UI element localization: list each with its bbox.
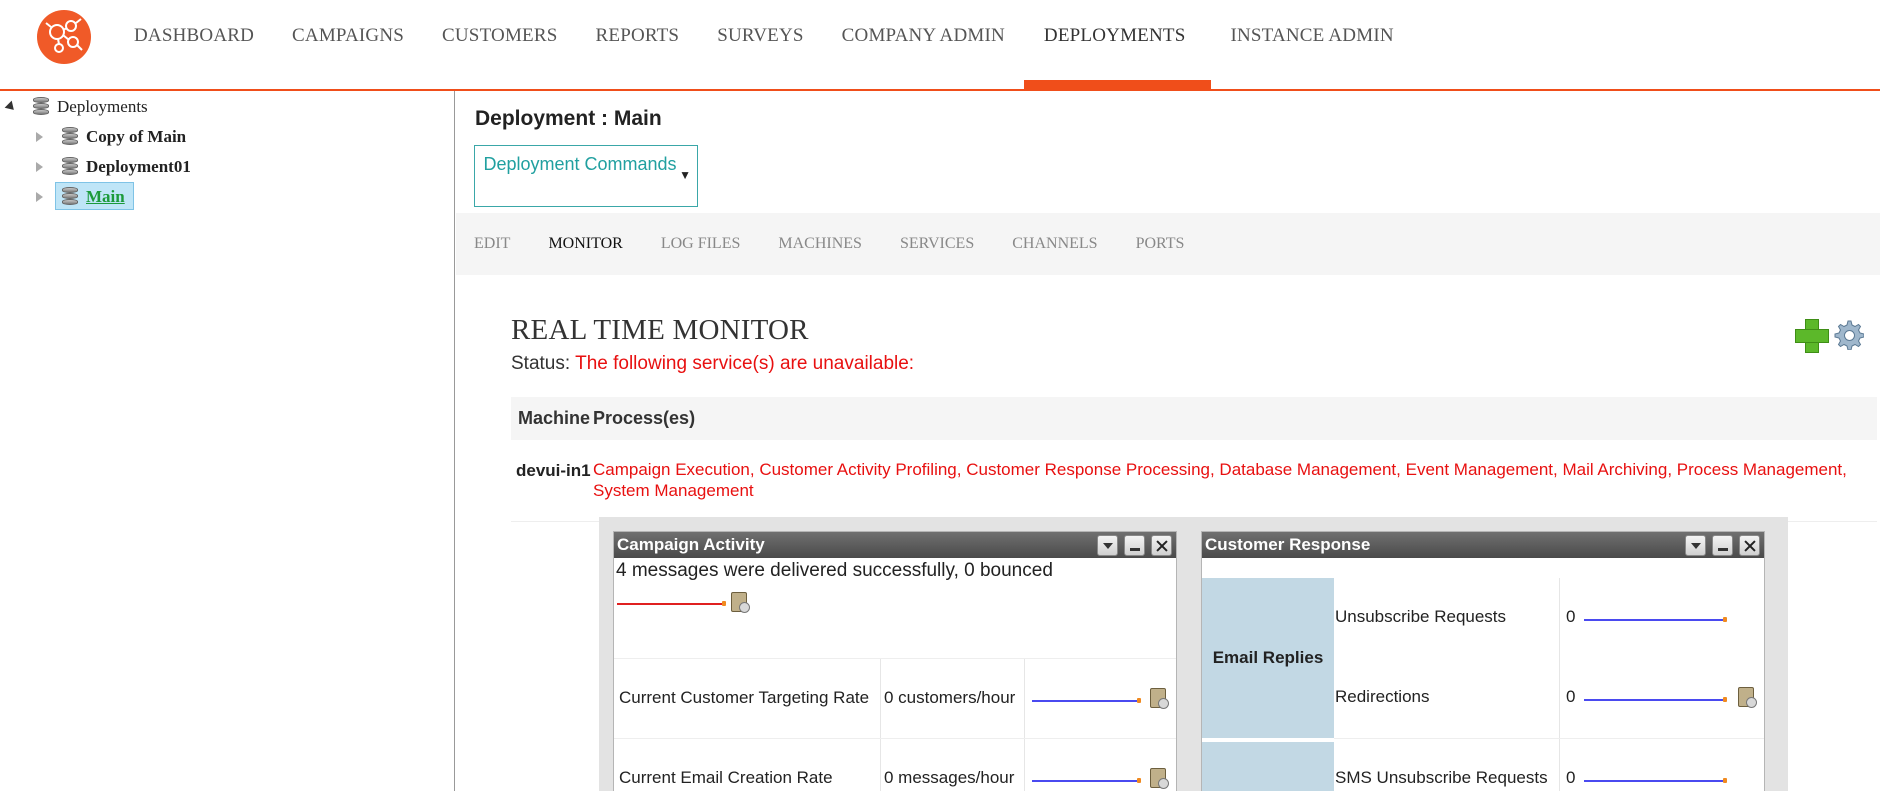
close-icon[interactable] — [1151, 535, 1172, 556]
expand-arrow-icon[interactable] — [36, 192, 43, 202]
customer-response-widget: Customer Response Email Replies Unsubscr… — [1201, 531, 1765, 791]
nav-deployments[interactable]: DEPLOYMENTS — [1023, 0, 1212, 91]
tree-node-label[interactable]: Deployment01 — [86, 157, 191, 177]
tree-root-label[interactable]: Deployments — [57, 97, 148, 117]
nav-dashboard[interactable]: DASHBOARD — [115, 0, 273, 89]
metric-sparkline — [1584, 778, 1727, 783]
tree-node-copy-of-main[interactable]: Copy of Main — [36, 125, 186, 149]
nav-company-admin[interactable]: COMPANY ADMIN — [823, 0, 1024, 89]
database-icon — [32, 97, 50, 117]
tree-node-main[interactable]: Main — [36, 185, 125, 209]
collapse-arrow-icon[interactable] — [4, 100, 18, 114]
metric-label: Redirections — [1335, 687, 1430, 706]
close-icon[interactable] — [1739, 535, 1760, 556]
metric-value: 0 — [1566, 607, 1576, 626]
column-header-processes: Process(es) — [593, 408, 696, 428]
nav-instance-admin[interactable]: INSTANCE ADMIN — [1211, 0, 1412, 89]
campaign-activity-widget: Campaign Activity 4 messages were delive… — [613, 531, 1177, 791]
page-title: Deployment : Main — [475, 107, 662, 130]
metric-label: Current Customer Targeting Rate — [619, 688, 870, 707]
tab-channels[interactable]: CHANNELS — [1012, 235, 1097, 253]
metric-value: 0 — [1566, 687, 1576, 706]
deployment-commands-label: Deployment Commands — [483, 154, 677, 174]
table-row: Redirections 0 — [1334, 658, 1764, 738]
widget-header[interactable]: Customer Response — [1202, 532, 1764, 558]
monitor-title: REAL TIME MONITOR — [511, 314, 809, 346]
table-row: SMS Unsubscribe Requests 0 — [1334, 738, 1764, 791]
deployment-tree: Deployments Copy of Main Deployment01 Ma… — [0, 91, 455, 791]
widget-menu-icon[interactable] — [1097, 535, 1118, 556]
tree-node-root[interactable]: Deployments — [4, 95, 148, 119]
unavailable-process-table: Machine Process(es) devui-in1 Campaign E… — [511, 397, 1877, 522]
metric-label: SMS Unsubscribe Requests — [1335, 768, 1548, 787]
metric-value: 0 messages/hour — [884, 768, 1015, 787]
table-row: devui-in1 Campaign Execution, Customer A… — [511, 440, 1877, 522]
report-icon[interactable] — [731, 592, 750, 613]
table-row: Current Email Creation Rate 0 messages/h… — [614, 738, 1176, 791]
widget-title: Campaign Activity — [617, 535, 765, 554]
delivery-sparkline — [617, 601, 726, 606]
nav-surveys[interactable]: SURVEYS — [698, 0, 822, 89]
status-label: Status: — [511, 353, 571, 374]
dropdown-arrow-icon: ▼ — [679, 168, 691, 182]
table-row: Unsubscribe Requests 0 — [1334, 578, 1764, 658]
metric-label: Current Email Creation Rate — [619, 768, 833, 787]
deployment-tabs: EDIT MONITOR LOG FILES MACHINES SERVICES… — [456, 213, 1880, 275]
main-nav: DASHBOARD CAMPAIGNS CUSTOMERS REPORTS SU… — [115, 0, 1413, 91]
nav-campaigns[interactable]: CAMPAIGNS — [273, 0, 423, 89]
database-icon — [61, 157, 79, 177]
minimize-icon[interactable] — [1712, 535, 1733, 556]
metric-sparkline — [1584, 617, 1727, 622]
report-icon[interactable] — [1738, 687, 1757, 708]
deployment-commands-button[interactable]: Deployment Commands ▼ — [474, 145, 698, 207]
tab-monitor[interactable]: MONITOR — [548, 235, 622, 253]
widget-menu-icon[interactable] — [1685, 535, 1706, 556]
report-icon[interactable] — [1150, 768, 1169, 789]
delivery-summary: 4 messages were delivered successfully, … — [616, 560, 1053, 581]
tab-machines[interactable]: MACHINES — [778, 235, 862, 253]
expand-arrow-icon[interactable] — [36, 162, 43, 172]
minimize-icon[interactable] — [1124, 535, 1145, 556]
tree-node-label[interactable]: Copy of Main — [86, 127, 186, 147]
processes-cell: Campaign Execution, Customer Activity Pr… — [593, 460, 1847, 500]
metric-value: 0 — [1566, 768, 1576, 787]
status-text: The following service(s) are unavailable… — [575, 353, 915, 374]
gear-icon[interactable] — [1832, 318, 1865, 351]
tab-edit[interactable]: EDIT — [474, 235, 510, 253]
metric-sparkline — [1032, 778, 1141, 783]
metric-sparkline — [1584, 697, 1727, 702]
metric-label: Unsubscribe Requests — [1335, 607, 1507, 626]
nav-reports[interactable]: REPORTS — [577, 0, 699, 89]
app-logo-icon[interactable] — [37, 10, 91, 64]
expand-arrow-icon[interactable] — [36, 132, 43, 142]
tree-node-deployment01[interactable]: Deployment01 — [36, 155, 191, 179]
table-header: Machine Process(es) — [511, 397, 1877, 440]
widget-title: Customer Response — [1205, 535, 1371, 554]
monitor-status: Status: The following service(s) are una… — [511, 353, 914, 375]
database-icon — [61, 187, 79, 207]
tree-node-label[interactable]: Main — [86, 187, 125, 207]
machine-cell: devui-in1 — [516, 461, 591, 480]
column-header-machine: Machine — [518, 408, 591, 428]
top-navigation-bar: DASHBOARD CAMPAIGNS CUSTOMERS REPORTS SU… — [0, 0, 1880, 91]
report-icon[interactable] — [1150, 688, 1169, 709]
database-icon — [61, 127, 79, 147]
tab-log-files[interactable]: LOG FILES — [661, 235, 741, 253]
tab-services[interactable]: SERVICES — [900, 235, 974, 253]
sms-replies-group — [1202, 742, 1334, 791]
widget-header[interactable]: Campaign Activity — [614, 532, 1176, 558]
email-replies-group: Email Replies — [1202, 578, 1334, 738]
table-row: Current Customer Targeting Rate 0 custom… — [614, 658, 1176, 738]
metric-sparkline — [1032, 698, 1141, 703]
tab-ports[interactable]: PORTS — [1136, 235, 1185, 253]
add-widget-icon[interactable] — [1794, 318, 1829, 353]
nav-customers[interactable]: CUSTOMERS — [423, 0, 577, 89]
main-panel: Deployment : Main Deployment Commands ▼ … — [456, 91, 1880, 791]
dashboard-widget-area: Campaign Activity 4 messages were delive… — [599, 517, 1788, 791]
metric-value: 0 customers/hour — [884, 688, 1016, 707]
